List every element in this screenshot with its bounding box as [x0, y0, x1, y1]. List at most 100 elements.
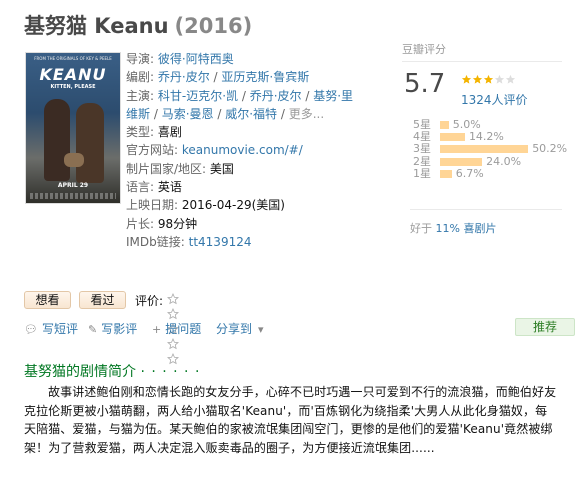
language-label: 语言:: [126, 180, 155, 195]
movie-info: 导演: 彼得·阿特西奥 编剧: 乔丹·皮尔 / 亚历克斯·鲁宾斯 主演: 科甘-…: [126, 50, 358, 251]
site-label: 官方网站:: [126, 143, 179, 158]
want-to-watch-button[interactable]: 想看: [24, 291, 71, 309]
rating-bar-fill: [440, 121, 449, 129]
star-filled-icon: [461, 74, 472, 85]
tool-bar: 💬︎ 写短评 ✎ 写影评 + 提问题 分享到 ▾ 推荐: [24, 318, 575, 337]
poster-figure-left: [44, 99, 70, 181]
rating-distribution: 5星 5.0% 4星 14.2% 3星 50.2% 2星 24.0% 1星 6.7%: [402, 118, 568, 180]
cast-link[interactable]: 科甘-迈克尔·凯: [158, 89, 238, 103]
comment-icon: 💬︎: [24, 323, 38, 336]
rating-bar-label: 3星: [413, 142, 431, 156]
rating-stars: [461, 74, 516, 88]
watched-button[interactable]: 看过: [79, 291, 126, 309]
ask-question-link[interactable]: + 提问题: [152, 320, 201, 337]
info-genre: 类型: 喜剧: [126, 123, 358, 141]
rating-panel: 豆瓣评分 5.7 1324人评价 5星 5.0% 4星 14.2% 3星 50.2% 2星 2…: [402, 41, 567, 235]
rating-bar-percent: 5.0%: [452, 118, 481, 131]
rating-bar-row: 1星 6.7%: [402, 166, 564, 180]
movie-year: (2016): [174, 14, 253, 38]
rating-comparison: 好于 11% 喜剧片: [410, 209, 562, 236]
info-imdb: IMDb链接: tt4139124: [126, 233, 358, 251]
rating-count-link[interactable]: 1324人评价: [461, 91, 528, 108]
movie-title: 基努猫 Keanu (2016): [24, 10, 252, 40]
director-link[interactable]: 彼得·阿特西奥: [158, 52, 234, 66]
chevron-down-icon: ▾: [258, 323, 264, 336]
rating-bar-row: 3星 50.2%: [402, 142, 568, 156]
info-site: 官方网站: keanumovie.com/#/: [126, 141, 358, 159]
rating-bar-label: 2星: [413, 154, 431, 168]
rating-bar-percent: 14.2%: [468, 130, 504, 144]
info-country: 制片国家/地区: 美国: [126, 160, 358, 178]
poster-date: APRIL 29: [57, 182, 89, 189]
rating-bar-row: 2星 24.0%: [402, 154, 564, 168]
star-filled-icon: [472, 74, 483, 85]
poster-credits: [30, 193, 116, 199]
rating-bar-label: 4星: [413, 130, 431, 144]
movie-title-text: 基努猫 Keanu: [24, 14, 169, 38]
info-director: 导演: 彼得·阿特西奥: [126, 50, 358, 68]
imdb-link[interactable]: tt4139124: [189, 235, 252, 249]
rating-bar-fill: [440, 169, 452, 178]
cast-link[interactable]: 马索·曼恩: [162, 107, 214, 121]
release-value: 2016-04-29(美国): [181, 198, 285, 213]
movie-poster[interactable]: FROM THE ORIGINALS OF KEY & PEELE KEANU …: [25, 52, 121, 204]
poster-figure-right: [76, 103, 104, 183]
cast-link[interactable]: 维斯: [126, 107, 150, 121]
cast-link[interactable]: 基努·里: [313, 89, 353, 103]
poster-logo: KEANU: [39, 65, 107, 84]
country-value: 美国: [209, 161, 234, 176]
poster-tagline: FROM THE ORIGINALS OF KEY & PEELE: [34, 56, 112, 61]
cast-link[interactable]: 威尔·福特: [225, 107, 277, 121]
write-short-review-link[interactable]: 💬︎ 写短评: [24, 320, 78, 337]
cast-link[interactable]: 乔丹·皮尔: [250, 89, 302, 103]
poster-subtitle: KITTEN, PLEASE: [50, 84, 96, 90]
director-label: 导演:: [126, 52, 155, 66]
pencil-icon: ✎: [88, 323, 98, 336]
synopsis-body: 故事讲述鲍伯刚和恋情长跑的女友分手，心碎不已时巧遇一只可爱到不行的流浪猫，而鲍伯…: [24, 385, 557, 455]
cast-label: 主演:: [126, 88, 155, 103]
info-release: 上映日期: 2016-04-29(美国): [126, 196, 358, 214]
info-cast: 主演: 科甘-迈克尔·凯 / 乔丹·皮尔 / 基努·里: [126, 88, 354, 103]
write-review-link[interactable]: ✎ 写影评: [88, 320, 137, 337]
rate-label: 评价:: [135, 294, 164, 308]
star-filled-icon: [483, 74, 494, 85]
rate-star-icon[interactable]: [167, 293, 180, 305]
rating-bar-percent: 24.0%: [486, 154, 522, 168]
info-cast-cont: 维斯 / 马索·曼恩 / 威尔·福特 / 更多...: [126, 106, 325, 121]
rating-bar-fill: [440, 157, 483, 166]
info-runtime: 片长: 98分钟: [126, 215, 358, 233]
rating-header: 豆瓣评分: [402, 41, 562, 62]
recommend-button[interactable]: 推荐: [515, 318, 575, 336]
release-label: 上映日期:: [126, 198, 179, 213]
star-empty-icon: [505, 74, 516, 85]
plus-icon: +: [152, 323, 162, 336]
synopsis-title-text: 基努猫的剧情简介: [24, 364, 136, 380]
language-value: 英语: [157, 180, 182, 195]
share-link[interactable]: 分享到 ▾: [216, 320, 268, 337]
writer-link[interactable]: 乔丹·皮尔: [158, 70, 210, 84]
rate-star-icon[interactable]: [167, 338, 180, 350]
rating-score: 5.7: [404, 69, 446, 99]
rating-bar-percent: 6.7%: [455, 166, 484, 180]
imdb-label: IMDb链接:: [126, 234, 185, 249]
writer-link[interactable]: 亚历克斯·鲁宾斯: [221, 70, 309, 84]
cast-more-link[interactable]: 更多...: [289, 107, 324, 121]
runtime-label: 片长:: [126, 216, 155, 231]
synopsis-dots: · · · · · ·: [140, 364, 201, 380]
rating-bar-percent: 50.2%: [532, 142, 568, 156]
better-link[interactable]: 11% 喜剧片: [436, 222, 497, 235]
info-language: 语言: 英语: [126, 178, 358, 196]
country-label: 制片国家/地区:: [126, 161, 207, 176]
better-prefix: 好于: [410, 222, 436, 235]
rating-bar-fill: [440, 145, 529, 154]
rating-bar-label: 5星: [413, 118, 431, 131]
site-link[interactable]: keanumovie.com/#/: [182, 143, 303, 157]
runtime-value: 98分钟: [157, 216, 198, 231]
genre-value: 喜剧: [157, 125, 182, 140]
genre-label: 类型:: [126, 125, 155, 140]
rating-bar-fill: [440, 133, 465, 142]
info-writers: 编剧: 乔丹·皮尔 / 亚历克斯·鲁宾斯: [126, 70, 310, 85]
synopsis-title: 基努猫的剧情简介 · · · · · ·: [24, 361, 200, 381]
writers-label: 编剧:: [126, 70, 155, 85]
rating-bar-label: 1星: [413, 166, 431, 180]
